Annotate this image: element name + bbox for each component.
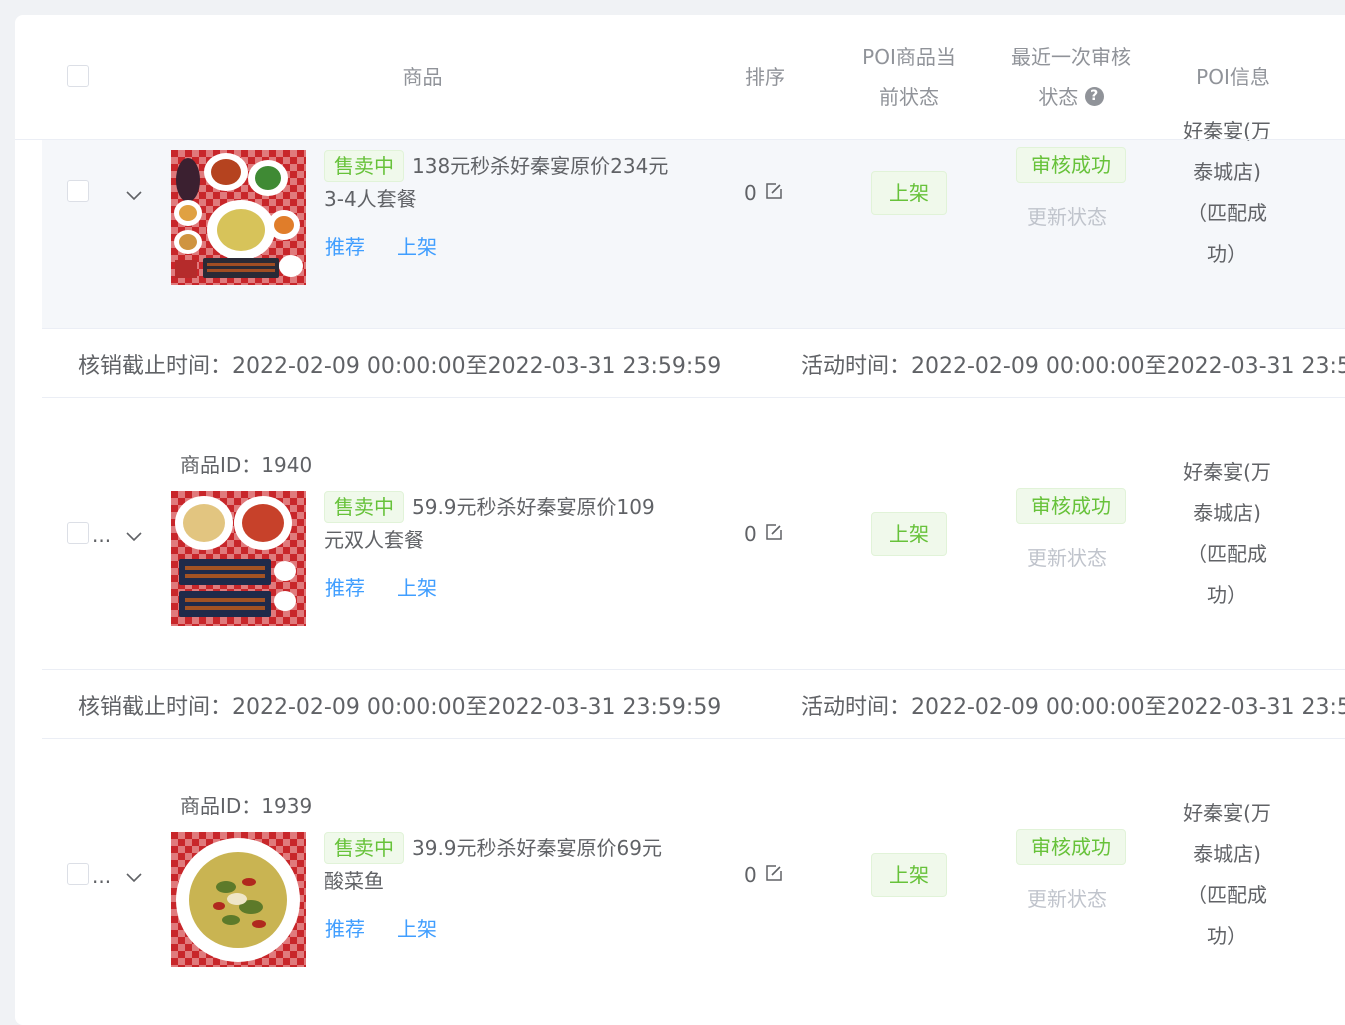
help-icon[interactable]: ?	[1084, 87, 1104, 106]
poi-info-line: （匹配成	[1187, 201, 1267, 225]
sort-value: 0	[744, 181, 757, 205]
poi-info-line: 功）	[1207, 242, 1247, 266]
online-link[interactable]: 上架	[397, 572, 437, 601]
product-title: 售卖中 138元秒杀好秦宴原价234元3-4人套餐	[324, 150, 669, 216]
product-id: 商品ID：1940	[180, 453, 313, 477]
poi-status-tag: 上架	[871, 853, 947, 897]
header-poi-status-line1: POI商品当	[862, 45, 956, 69]
audit-status-tag: 审核成功	[1016, 488, 1126, 524]
chevron-down-icon[interactable]	[124, 867, 144, 887]
header-audit-line2: 状态	[1038, 85, 1079, 109]
row-checkbox[interactable]	[67, 863, 89, 885]
on-sale-tag: 售卖中	[324, 150, 404, 182]
poi-info-partial: 好秦宴(万	[1183, 119, 1271, 143]
poi-info: 泰城店) （匹配成 功）	[1172, 152, 1282, 275]
poi-info-line: （匹配成	[1187, 883, 1267, 907]
row-divider	[42, 328, 1345, 329]
activity-time: 活动时间：2022-02-09 00:00:00至2022-03-31 23:5…	[801, 354, 1345, 379]
product-id: 商品ID：1939	[180, 794, 313, 818]
poi-info-line: 泰城店)	[1193, 842, 1261, 866]
header-poi-info: POI信息	[1196, 65, 1270, 89]
sort-value: 0	[744, 522, 757, 546]
update-status-link[interactable]: 更新状态	[1027, 883, 1107, 912]
row-divider	[42, 669, 1345, 670]
poi-status-tag: 上架	[871, 171, 947, 215]
product-title: 售卖中 39.9元秒杀好秦宴原价69元酸菜鱼	[324, 832, 669, 898]
poi-status-tag: 上架	[871, 512, 947, 556]
recommend-link[interactable]: 推荐	[325, 231, 365, 260]
row-more[interactable]: ...	[92, 864, 111, 888]
product-table-card: 商品 排序 POI商品当 前状态 最近一次审核 状态 ? POI信息 好秦宴(万	[15, 15, 1345, 1025]
update-status-link[interactable]: 更新状态	[1027, 542, 1107, 571]
header-audit-line1: 最近一次审核	[1011, 45, 1131, 69]
audit-status-tag: 审核成功	[1016, 829, 1126, 865]
row-more[interactable]: ...	[92, 523, 111, 547]
online-link[interactable]: 上架	[397, 913, 437, 942]
recommend-link[interactable]: 推荐	[325, 913, 365, 942]
poi-info: 好秦宴(万 泰城店) （匹配成 功）	[1172, 793, 1282, 957]
activity-time: 活动时间：2022-02-09 00:00:00至2022-03-31 23:5…	[801, 695, 1345, 720]
header-product: 商品	[402, 65, 443, 89]
poi-info-line: 功）	[1207, 924, 1247, 948]
on-sale-tag: 售卖中	[324, 491, 404, 523]
chevron-down-icon[interactable]	[124, 526, 144, 546]
poi-info-line: 好秦宴(万	[1183, 460, 1271, 484]
poi-info: 好秦宴(万 泰城店) （匹配成 功）	[1172, 452, 1282, 616]
product-title: 售卖中 59.9元秒杀好秦宴原价109元双人套餐	[324, 491, 669, 557]
edit-icon[interactable]	[764, 522, 784, 542]
verify-deadline: 核销截止时间：2022-02-09 00:00:00至2022-03-31 23…	[78, 695, 722, 720]
sort-value: 0	[744, 863, 757, 887]
header-mask	[15, 139, 1345, 140]
poi-info-line: 泰城店)	[1193, 160, 1261, 184]
header-sort[interactable]: 排序	[735, 57, 795, 97]
row-checkbox[interactable]	[67, 180, 89, 202]
poi-info-line: （匹配成	[1187, 542, 1267, 566]
on-sale-tag: 售卖中	[324, 832, 404, 864]
recommend-link[interactable]: 推荐	[325, 572, 365, 601]
edit-icon[interactable]	[764, 863, 784, 883]
poi-info-line: 功）	[1207, 583, 1247, 607]
row-divider	[42, 738, 1345, 739]
product-thumbnail-double-meal	[171, 491, 306, 626]
product-thumbnail-fish	[171, 832, 306, 967]
poi-info-line: 泰城店)	[1193, 501, 1261, 525]
audit-status-tag: 审核成功	[1016, 147, 1126, 183]
update-status-link[interactable]: 更新状态	[1027, 201, 1107, 230]
row-divider	[42, 397, 1345, 398]
header-audit-line2-wrap: 状态 ?	[1015, 77, 1127, 117]
online-link[interactable]: 上架	[397, 231, 437, 260]
edit-icon[interactable]	[764, 181, 784, 201]
product-thumbnail-set-meal	[171, 150, 306, 285]
chevron-down-icon[interactable]	[124, 185, 144, 205]
header-poi-status-line2: 前状态	[879, 85, 939, 109]
poi-info-line: 好秦宴(万	[1183, 801, 1271, 825]
select-all-checkbox[interactable]	[67, 65, 89, 87]
verify-deadline: 核销截止时间：2022-02-09 00:00:00至2022-03-31 23…	[78, 354, 722, 379]
row-checkbox[interactable]	[67, 522, 89, 544]
